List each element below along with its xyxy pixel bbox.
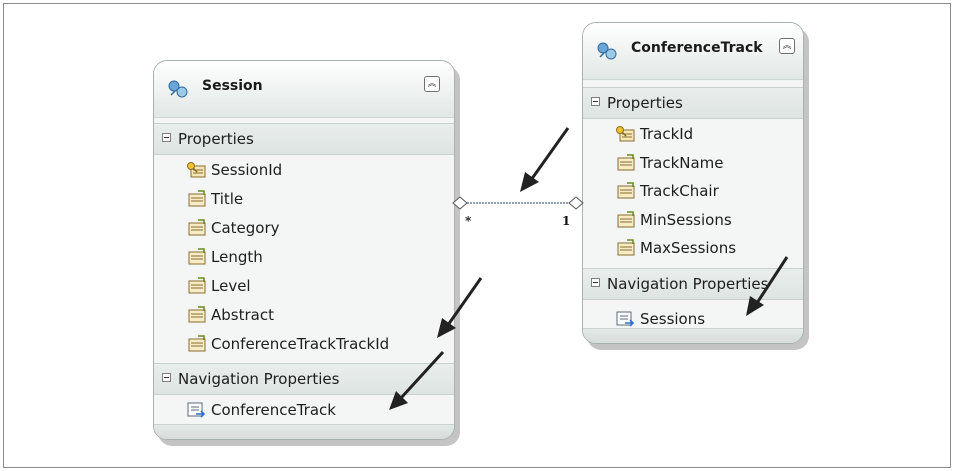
entity-type-icon <box>168 80 188 98</box>
property-label: Sessions <box>640 310 706 328</box>
property-level[interactable]: Level <box>186 273 251 299</box>
scalar-property-icon <box>188 248 206 265</box>
scalar-property-icon <box>188 190 206 207</box>
collapse-expander-icon[interactable] <box>162 133 171 142</box>
session-entity-header[interactable]: Session ︽ <box>154 61 454 118</box>
property-label: TrackName <box>640 154 724 172</box>
conferencetrack-properties-header[interactable]: Properties <box>583 87 803 119</box>
scalar-property-icon <box>617 154 635 171</box>
session-navigation-header[interactable]: Navigation Properties <box>154 363 454 395</box>
property-label: Level <box>211 277 251 295</box>
key-property-icon <box>187 162 206 178</box>
entity-footer <box>154 424 454 439</box>
property-conferencetracktrackid[interactable]: ConferenceTrackTrackId <box>186 331 389 357</box>
section-label: Properties <box>178 130 254 148</box>
property-sessionid[interactable]: SessionId <box>186 157 282 183</box>
property-abstract[interactable]: Abstract <box>186 302 274 328</box>
conferencetrack-entity[interactable]: ConferenceTrack ︽ Properties TrackId Tra… <box>582 22 804 344</box>
conferencetrack-entity-header[interactable]: ConferenceTrack ︽ <box>583 23 803 80</box>
property-label: MinSessions <box>640 211 732 229</box>
scalar-property-icon <box>617 182 635 199</box>
collapse-expander-icon[interactable] <box>591 97 600 106</box>
conferencetrack-entity-title: ConferenceTrack <box>631 40 763 56</box>
property-trackid[interactable]: TrackId <box>615 121 693 147</box>
section-label: Navigation Properties <box>178 370 340 388</box>
property-label: ConferenceTrackTrackId <box>211 335 390 353</box>
conferencetrack-navigation-header[interactable]: Navigation Properties <box>583 268 803 300</box>
navigation-property-icon <box>187 402 206 418</box>
property-trackchair[interactable]: TrackChair <box>615 178 719 204</box>
scalar-property-icon <box>188 335 206 352</box>
entity-footer <box>583 328 803 343</box>
property-label: Category <box>211 219 280 237</box>
property-maxsessions[interactable]: MaxSessions <box>615 235 736 261</box>
property-label: Title <box>211 190 244 208</box>
session-entity-title: Session <box>202 78 263 94</box>
property-length[interactable]: Length <box>186 244 263 270</box>
property-label: ConferenceTrack <box>211 401 336 419</box>
session-end-multiplicity: * <box>465 214 472 228</box>
property-label: SessionId <box>211 161 283 179</box>
property-category[interactable]: Category <box>186 215 280 241</box>
scalar-property-icon <box>188 306 206 323</box>
section-label: Properties <box>607 94 683 112</box>
scalar-property-icon <box>188 277 206 294</box>
property-label: TrackId <box>640 125 694 143</box>
entity-type-icon <box>597 42 617 60</box>
scalar-property-icon <box>188 219 206 236</box>
property-label: Length <box>211 248 263 266</box>
property-label: Abstract <box>211 306 274 324</box>
property-minsessions[interactable]: MinSessions <box>615 207 732 233</box>
collapse-chevron-icon[interactable]: ︽ <box>424 76 440 92</box>
property-label: TrackChair <box>640 182 719 200</box>
navigation-property-icon <box>616 311 635 327</box>
diagram-canvas <box>3 3 951 468</box>
key-property-icon <box>616 126 635 142</box>
collapse-expander-icon[interactable] <box>591 278 600 287</box>
navigation-property-conferencetrack[interactable]: ConferenceTrack <box>186 397 336 423</box>
scalar-property-icon <box>617 211 635 228</box>
session-properties-header[interactable]: Properties <box>154 123 454 155</box>
property-trackname[interactable]: TrackName <box>615 150 724 176</box>
collapse-expander-icon[interactable] <box>162 373 171 382</box>
session-entity[interactable]: Session ︽ Properties SessionId Title Cat… <box>153 60 455 440</box>
collapse-chevron-icon[interactable]: ︽ <box>779 38 795 54</box>
section-label: Navigation Properties <box>607 275 769 293</box>
scalar-property-icon <box>617 239 635 256</box>
property-title[interactable]: Title <box>186 186 243 212</box>
track-end-multiplicity: 1 <box>562 214 571 228</box>
property-label: MaxSessions <box>640 239 737 257</box>
